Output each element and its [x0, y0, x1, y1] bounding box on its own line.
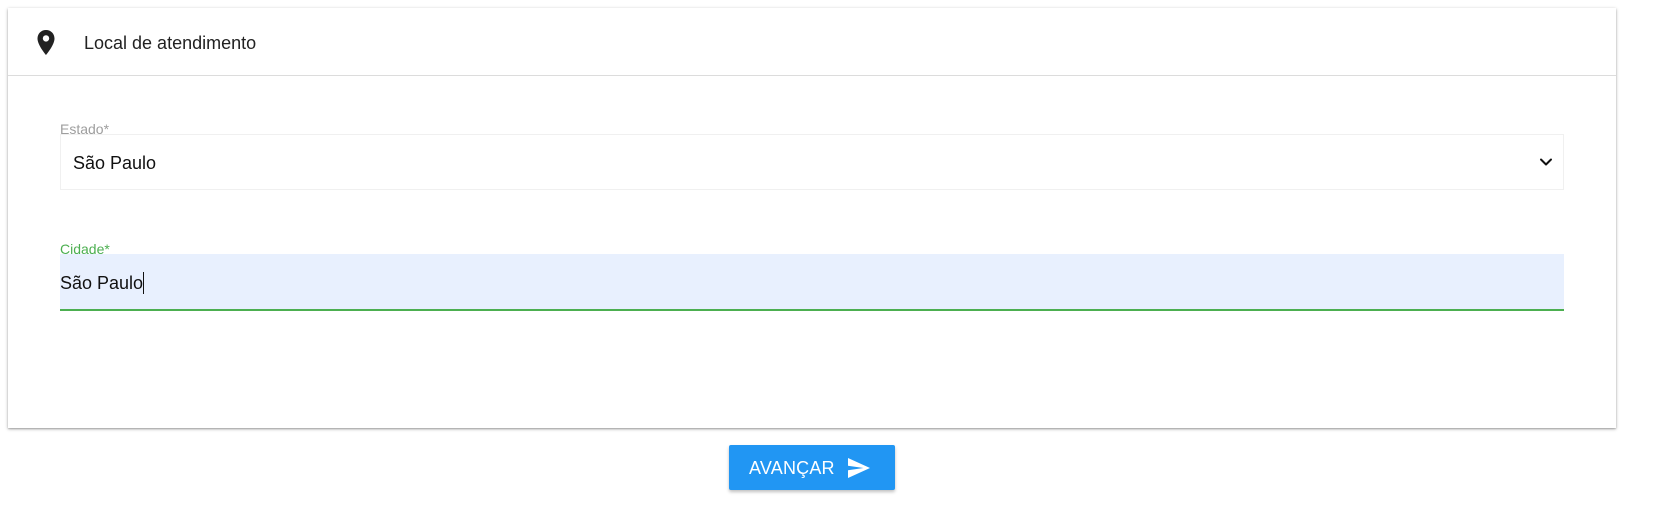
text-caret: [143, 272, 145, 294]
location-card: Local de atendimento Estado* São Paulo C…: [8, 8, 1616, 428]
estado-selected-value: São Paulo: [73, 153, 157, 173]
card-title: Local de atendimento: [84, 33, 257, 53]
estado-select[interactable]: São Paulo: [60, 134, 1564, 190]
chevron-down-icon: [1540, 158, 1552, 166]
advance-button-label: AVANÇAR: [749, 458, 835, 478]
cidade-input-value: São Paulo: [60, 272, 145, 294]
send-icon: [848, 458, 870, 478]
map-pin-icon: [37, 30, 55, 55]
advance-button[interactable]: AVANÇAR: [729, 445, 895, 490]
cidade-value-text: São Paulo: [60, 273, 144, 293]
cidade-input[interactable]: São Paulo: [60, 254, 1564, 311]
card-header: Local de atendimento: [8, 8, 1616, 76]
